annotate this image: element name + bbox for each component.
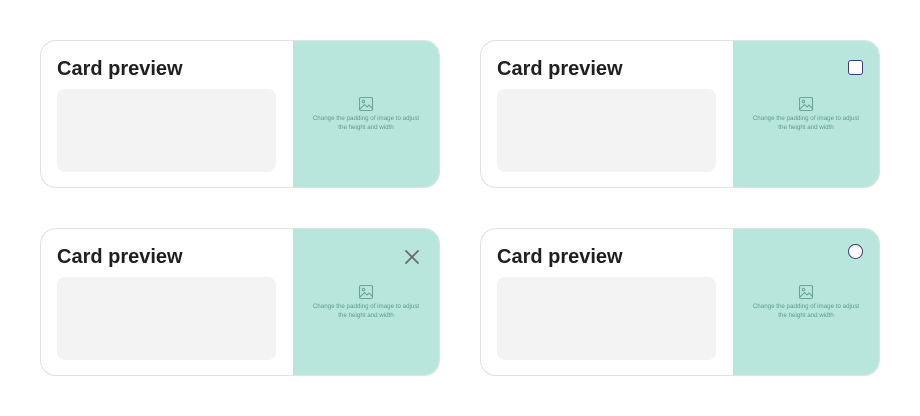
card-preview-dismissible[interactable]: Card preview Change the padding of image… — [40, 228, 440, 376]
card-preview-radio[interactable]: Card preview Change the padding of image… — [480, 228, 880, 376]
card-media: Change the padding of image to adjust th… — [733, 41, 879, 187]
card-preview[interactable]: Card preview Change the padding of image… — [40, 40, 440, 188]
media-caption: Change the padding of image to adjust th… — [752, 303, 860, 319]
image-icon — [358, 96, 374, 112]
image-icon — [798, 284, 814, 300]
media-caption: Change the padding of image to adjust th… — [312, 115, 420, 131]
media-caption: Change the padding of image to adjust th… — [752, 115, 860, 131]
card-media: Change the padding of image to adjust th… — [293, 229, 439, 375]
card-body-placeholder — [57, 277, 276, 360]
card-media: Change the padding of image to adjust th… — [733, 229, 879, 375]
image-icon — [358, 284, 374, 300]
card-title: Card preview — [57, 246, 183, 268]
select-checkbox[interactable] — [848, 60, 863, 75]
image-icon — [798, 96, 814, 112]
card-title: Card preview — [497, 58, 623, 80]
media-caption: Change the padding of image to adjust th… — [312, 303, 420, 319]
select-radio[interactable] — [848, 244, 863, 259]
card-media: Change the padding of image to adjust th… — [293, 41, 439, 187]
card-preview-checkbox[interactable]: Card preview Change the padding of image… — [480, 40, 880, 188]
card-title: Card preview — [497, 246, 623, 268]
close-icon[interactable] — [403, 248, 421, 266]
card-body-placeholder — [497, 277, 716, 360]
card-title: Card preview — [57, 58, 183, 80]
card-body-placeholder — [57, 89, 276, 172]
card-body-placeholder — [497, 89, 716, 172]
